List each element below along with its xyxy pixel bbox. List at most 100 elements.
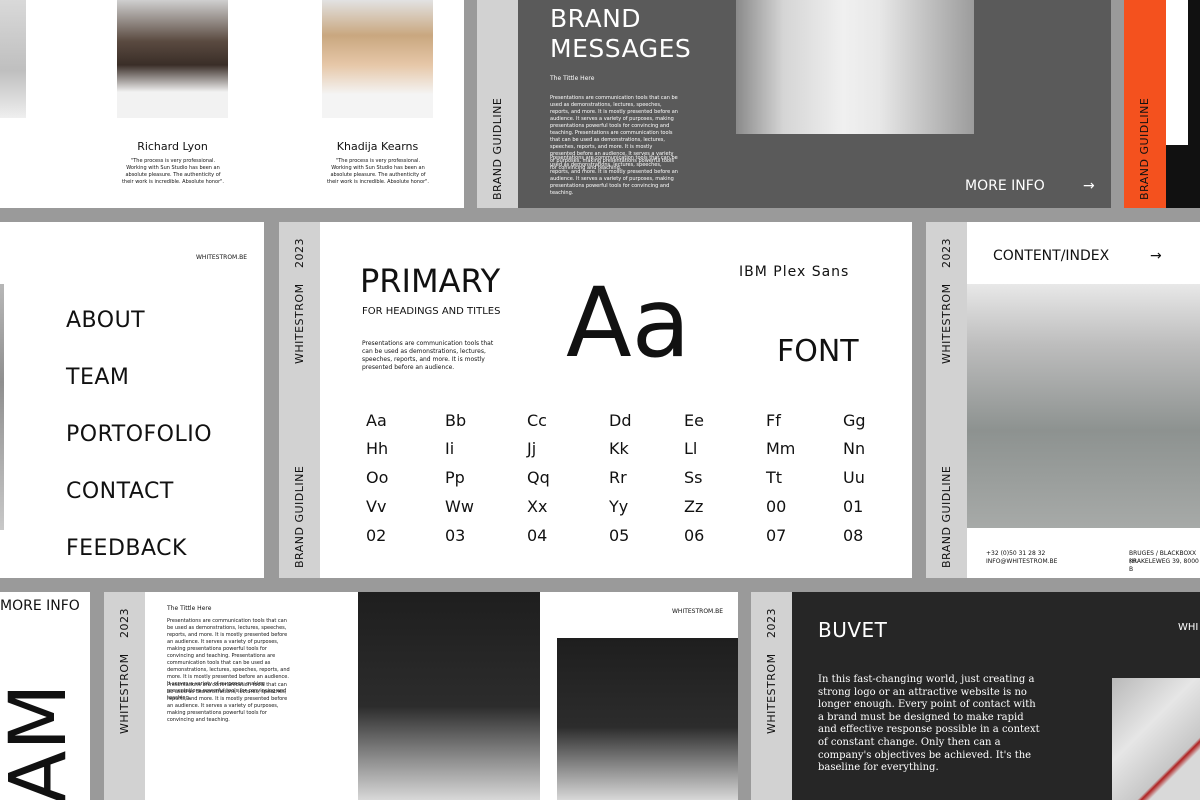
group-photo-large: [358, 592, 540, 800]
glyph-sample: Nn: [843, 439, 866, 458]
buvet-corner: WHI: [1178, 622, 1199, 633]
glyph-sample: 07: [766, 526, 787, 545]
text-photo-slide[interactable]: 2023 WHITESTROM The Tittle Here Presenta…: [104, 592, 738, 800]
buvet-slide[interactable]: 2023 WHITESTROM BUVET WHI In this fast-c…: [751, 592, 1200, 800]
orange-slide[interactable]: BRAND GUIDLINE: [1124, 0, 1200, 208]
group-photo-small: [557, 638, 738, 800]
year-label: 2023: [118, 608, 131, 638]
glyph-sample: Kk: [609, 439, 629, 458]
brand-title-line1: BRAND: [550, 4, 642, 33]
glyph-sample: Tt: [766, 468, 783, 487]
white-bar: [1166, 0, 1188, 145]
side-label: BRAND GUIDLINE: [491, 97, 504, 200]
side-label: BRAND GUIDLINE: [940, 465, 953, 568]
glyph-sample: Mm: [766, 439, 796, 458]
glyph-sample: 01: [843, 497, 864, 516]
menu-item-team[interactable]: TEAM: [66, 365, 129, 390]
glyph-sample: Oo: [366, 468, 389, 487]
glyph-sample: 04: [527, 526, 548, 545]
brand-subtitle: The Tittle Here: [550, 75, 595, 82]
glyph-sample: Uu: [843, 468, 865, 487]
website-label: WHITESTROM.BE: [196, 254, 248, 261]
more-info-link[interactable]: MORE INFO: [0, 598, 80, 614]
member-name: Khadija Kearns: [336, 140, 419, 153]
glyph-sample: Pp: [445, 468, 465, 487]
font-desc: Presentations are communication tools th…: [362, 340, 494, 371]
font-slide[interactable]: 2023 WHITESTROM BRAND GUIDLINE PRIMARY F…: [279, 222, 912, 578]
team-photo-khadija: [322, 0, 433, 118]
glyph-sample: Ff: [766, 411, 781, 430]
buvet-title: BUVET: [818, 618, 888, 642]
glyph-sample: 06: [684, 526, 705, 545]
glyph-sample: Vv: [366, 497, 387, 516]
glyph-sample: 03: [445, 526, 466, 545]
menu-photo-partial: [0, 284, 4, 530]
more-info-link[interactable]: MORE INFO: [965, 178, 1045, 194]
glyph-sample: Rr: [609, 468, 627, 487]
brand-label: WHITESTROM: [118, 653, 131, 734]
brand-label: WHITESTROM: [293, 283, 306, 364]
contact-phone: +32 (0)50 31 28 32: [986, 550, 1046, 557]
glyph-sample: 02: [366, 526, 387, 545]
glyph-sample: Ww: [445, 497, 474, 516]
text-subtitle: The Tittle Here: [167, 605, 212, 612]
brand-title-line2: MESSAGES: [550, 34, 692, 63]
glyph-sample: Xx: [527, 497, 548, 516]
glyph-sample: Aa: [366, 411, 387, 430]
contact-address-2: KRAKELEWEG 39, 8000 B: [1129, 558, 1199, 573]
primary-heading: PRIMARY: [360, 262, 501, 300]
brand-label: WHITESTROM: [940, 283, 953, 364]
glyph-sample: Bb: [445, 411, 467, 430]
buvet-photo: [1112, 678, 1200, 800]
big-letters: AM: [0, 683, 84, 800]
glyph-sample: Dd: [609, 411, 632, 430]
menu-slide[interactable]: WHITESTROM.BE ABOUT TEAM PORTOFOLIO CONT…: [0, 222, 264, 578]
menu-item-portfolio[interactable]: PORTOFOLIO: [66, 422, 212, 447]
year-label: 2023: [765, 608, 778, 638]
member-quote: "The process is very professional. Worki…: [121, 158, 225, 185]
menu-item-contact[interactable]: CONTACT: [66, 479, 174, 504]
glyph-sample: 08: [843, 526, 864, 545]
arrow-right-icon[interactable]: →: [1083, 178, 1095, 194]
glyph-sample: Zz: [684, 497, 704, 516]
menu-item-about[interactable]: ABOUT: [66, 308, 145, 333]
team-photo-partial: [0, 0, 26, 118]
index-photo: [967, 284, 1200, 528]
year-label: 2023: [293, 238, 306, 268]
font-word: FONT: [777, 334, 859, 369]
team-photo-richard: [117, 0, 228, 118]
brand-messages-slide[interactable]: BRAND GUIDLINE BRAND MESSAGES The Tittle…: [477, 0, 1111, 208]
index-title: CONTENT/INDEX: [993, 248, 1110, 264]
member-name: Richard Lyon: [137, 140, 208, 153]
glyph-sample: Qq: [527, 468, 550, 487]
glyph-sample: Yy: [609, 497, 629, 516]
glyph-sample: Ll: [684, 439, 698, 458]
glyph-sample: Gg: [843, 411, 866, 430]
brand-label: WHITESTROM: [765, 653, 778, 734]
team-slide[interactable]: Richard Lyon "The process is very profes…: [0, 0, 464, 208]
member-quote: "The process is very professional. Worki…: [326, 158, 430, 185]
brand-photo: [736, 0, 974, 134]
menu-item-feedback[interactable]: FEEDBACK: [66, 536, 187, 561]
font-name: IBM Plex Sans: [739, 264, 850, 280]
font-sample: Aa: [566, 267, 691, 379]
arrow-right-icon[interactable]: →: [1150, 248, 1162, 264]
glyph-sample: Ii: [445, 439, 455, 458]
glyph-sample: Cc: [527, 411, 547, 430]
text-para-2: Presentations are communication tools th…: [167, 682, 288, 723]
website-label: WHITESTROM.BE: [672, 608, 724, 615]
brand-para-2: Presentations are communication tools th…: [550, 155, 678, 196]
side-label: BRAND GUIDLINE: [1138, 97, 1151, 200]
index-slide[interactable]: 2023 WHITESTROM BRAND GUIDLINE CONTENT/I…: [926, 222, 1200, 578]
glyph-sample: Ee: [684, 411, 704, 430]
glyph-sample: Ss: [684, 468, 703, 487]
glyph-sample: 05: [609, 526, 630, 545]
contact-email: INFO@WHITESTROM.BE: [986, 558, 1058, 565]
glyph-sample: Jj: [527, 439, 537, 458]
side-label: BRAND GUIDLINE: [293, 465, 306, 568]
buvet-body: In this fast-changing world, just creati…: [818, 674, 1040, 774]
bottom-left-slide[interactable]: MORE INFO AM: [0, 592, 90, 800]
glyph-sample: 00: [766, 497, 787, 516]
year-label: 2023: [940, 238, 953, 268]
primary-sub: FOR HEADINGS AND TITLES: [362, 306, 501, 317]
